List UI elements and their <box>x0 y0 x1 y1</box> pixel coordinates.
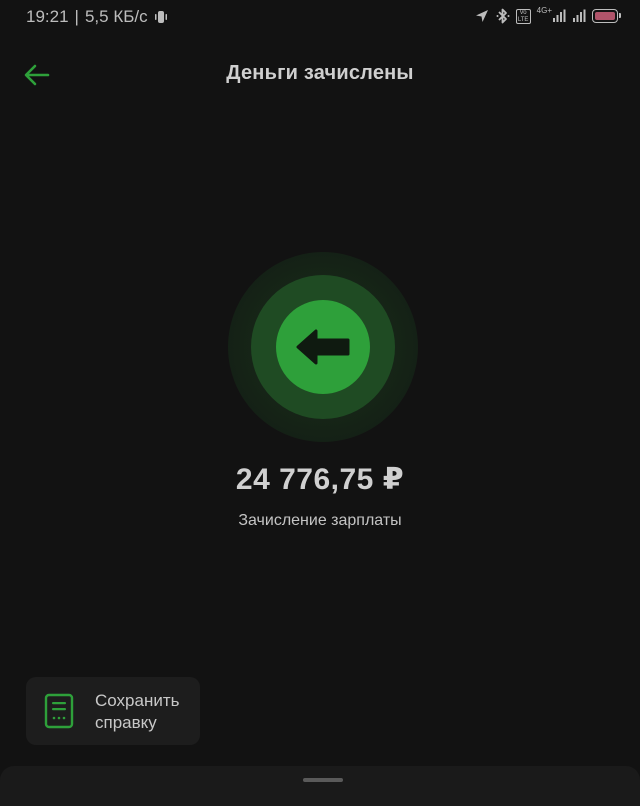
battery-icon <box>592 9 621 23</box>
status-bar: 19:21 | 5,5 КБ/с Vo LTE 4G+ <box>0 0 640 32</box>
status-left: 19:21 | 5,5 КБ/с <box>26 7 168 27</box>
signal-icon <box>553 9 566 22</box>
volte-icon: Vo LTE <box>515 8 531 24</box>
status-time: 19:21 <box>26 7 69 26</box>
document-icon <box>44 693 74 729</box>
signal-icon <box>573 9 586 22</box>
network-speed: 5,5 КБ/с <box>84 7 148 26</box>
status-separator: | <box>74 7 79 26</box>
operation-circle <box>276 300 370 394</box>
bottom-sheet[interactable] <box>0 766 640 806</box>
operation-amount: 24 776,75 ₽ <box>235 463 405 496</box>
network-type: 4G+ <box>536 5 552 15</box>
save-certificate-label: Сохранить справку <box>95 691 180 732</box>
battery-fill <box>595 12 615 20</box>
arrow-left-icon <box>296 329 350 365</box>
bluetooth-icon <box>496 8 510 24</box>
page-title: Деньги зачислены <box>226 62 414 84</box>
vibrate-icon <box>154 11 167 23</box>
battery-cap <box>619 13 621 18</box>
status-right: Vo LTE 4G+ <box>474 5 621 26</box>
save-certificate-button[interactable]: Сохранить справку <box>26 677 200 745</box>
operation-icon <box>228 252 418 442</box>
sheet-drag-handle[interactable] <box>303 778 343 782</box>
operation-description: Зачисление зарплаты <box>238 512 402 529</box>
location-icon <box>475 10 488 22</box>
